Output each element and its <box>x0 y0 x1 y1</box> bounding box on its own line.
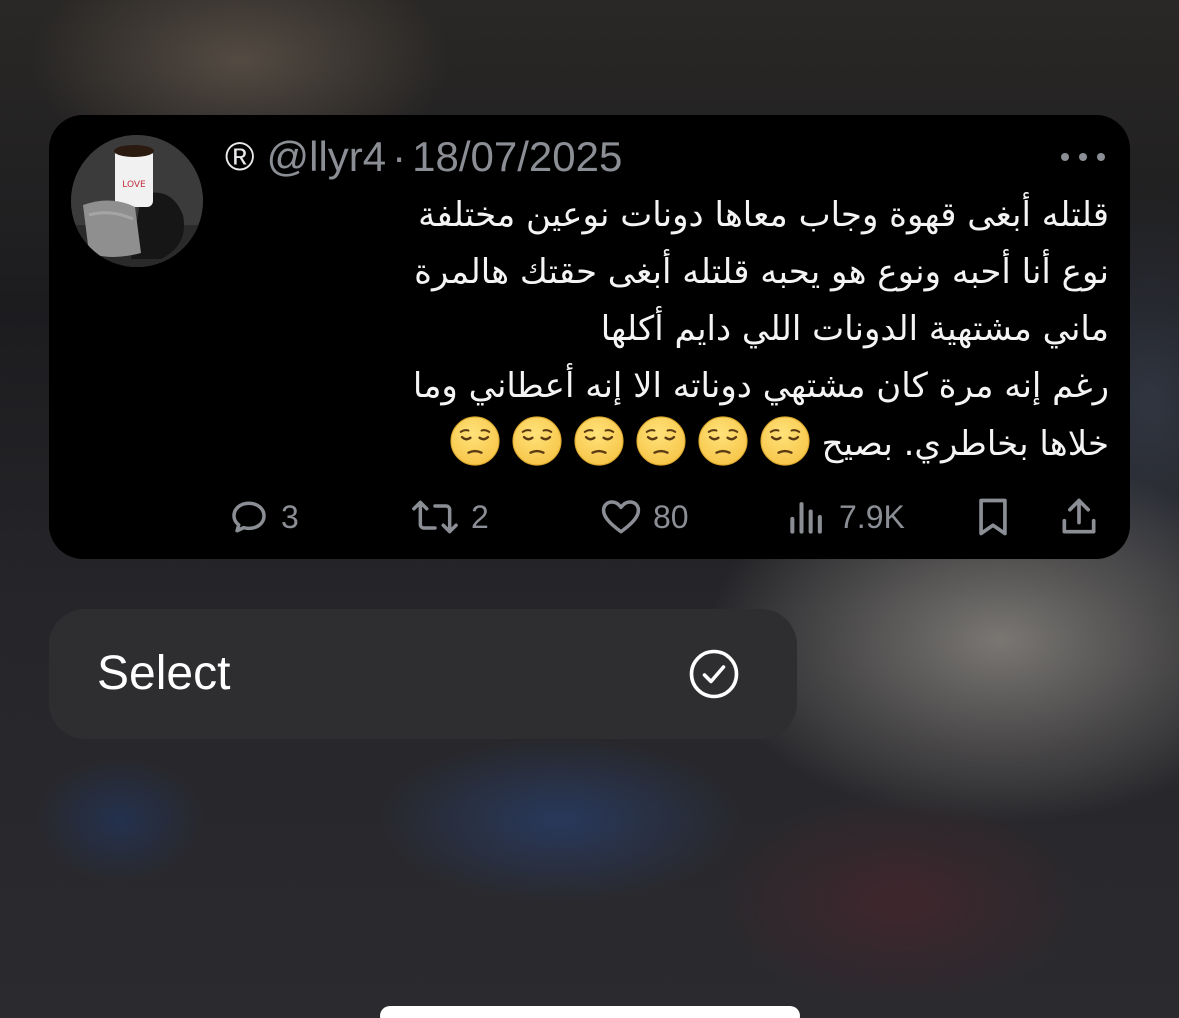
checkmark-circle-icon <box>689 649 739 699</box>
tweet-text-line: خلاها بخاطري. بصيح <box>821 424 1109 464</box>
more-horizontal-icon[interactable] <box>1061 145 1105 169</box>
select-menu-item[interactable]: Select <box>49 609 797 739</box>
header-separator: · <box>392 133 407 180</box>
pensive-face-emoji <box>574 416 624 466</box>
emoji-row <box>444 415 816 473</box>
repost-button[interactable]: 2 <box>409 491 489 543</box>
share-icon <box>1062 498 1096 534</box>
tweet-text-line: رغم إنه مرة كان مشتهي دوناته الا إنه أعط… <box>412 366 1109 406</box>
heart-icon <box>601 500 641 534</box>
share-button[interactable] <box>1057 491 1101 543</box>
bookmark-icon <box>979 498 1007 536</box>
like-count: 80 <box>653 498 689 535</box>
pensive-face-emoji <box>760 416 810 466</box>
reply-button[interactable]: 3 <box>227 491 299 543</box>
tweet-actions: 3 2 80 7.9K <box>49 491 1130 543</box>
svg-text:LOVE: LOVE <box>122 180 146 190</box>
registered-icon: ® <box>225 134 255 179</box>
tweet-text-line: قلتله أبغى قهوة وجاب معاها دونات نوعين م… <box>418 195 1109 235</box>
reply-count: 3 <box>281 498 299 535</box>
avatar[interactable]: LOVE <box>71 135 203 267</box>
tweet-card[interactable]: LOVE ® @llyr4 · 18/07/2025 قلتله أبغى قه… <box>49 115 1130 559</box>
repost-count: 2 <box>471 498 489 535</box>
bookmark-button[interactable] <box>971 491 1015 543</box>
more-dot <box>1061 153 1069 161</box>
tweet-text-line-last: خلاها بخاطري. بصيح <box>309 415 1109 473</box>
repost-icon <box>412 500 458 534</box>
pensive-face-emoji <box>698 416 748 466</box>
reply-icon <box>232 501 266 533</box>
select-label: Select <box>97 647 231 700</box>
tweet-text: قلتله أبغى قهوة وجاب معاها دونات نوعين م… <box>309 187 1109 473</box>
views-icon <box>790 502 822 534</box>
tweet-text-line: ماني مشتهية الدونات اللي دايم أكلها <box>600 309 1109 349</box>
more-dot <box>1097 153 1105 161</box>
author-handle[interactable]: @llyr4 <box>266 133 386 181</box>
views-count: 7.9K <box>839 498 905 535</box>
pensive-face-emoji <box>450 416 500 466</box>
more-dot <box>1079 153 1087 161</box>
home-indicator[interactable] <box>380 1006 800 1018</box>
tweet-date[interactable]: 18/07/2025 <box>412 133 622 181</box>
avatar-photo: LOVE <box>71 135 203 267</box>
tweet-header: ® @llyr4 · 18/07/2025 <box>225 131 622 183</box>
pensive-face-emoji <box>512 416 562 466</box>
pensive-face-emoji <box>636 416 686 466</box>
tweet-text-line: نوع أنا أحبه ونوع هو يحبه قلتله أبغى حقت… <box>414 252 1109 292</box>
views-button[interactable]: 7.9K <box>785 491 905 543</box>
like-button[interactable]: 80 <box>599 491 689 543</box>
